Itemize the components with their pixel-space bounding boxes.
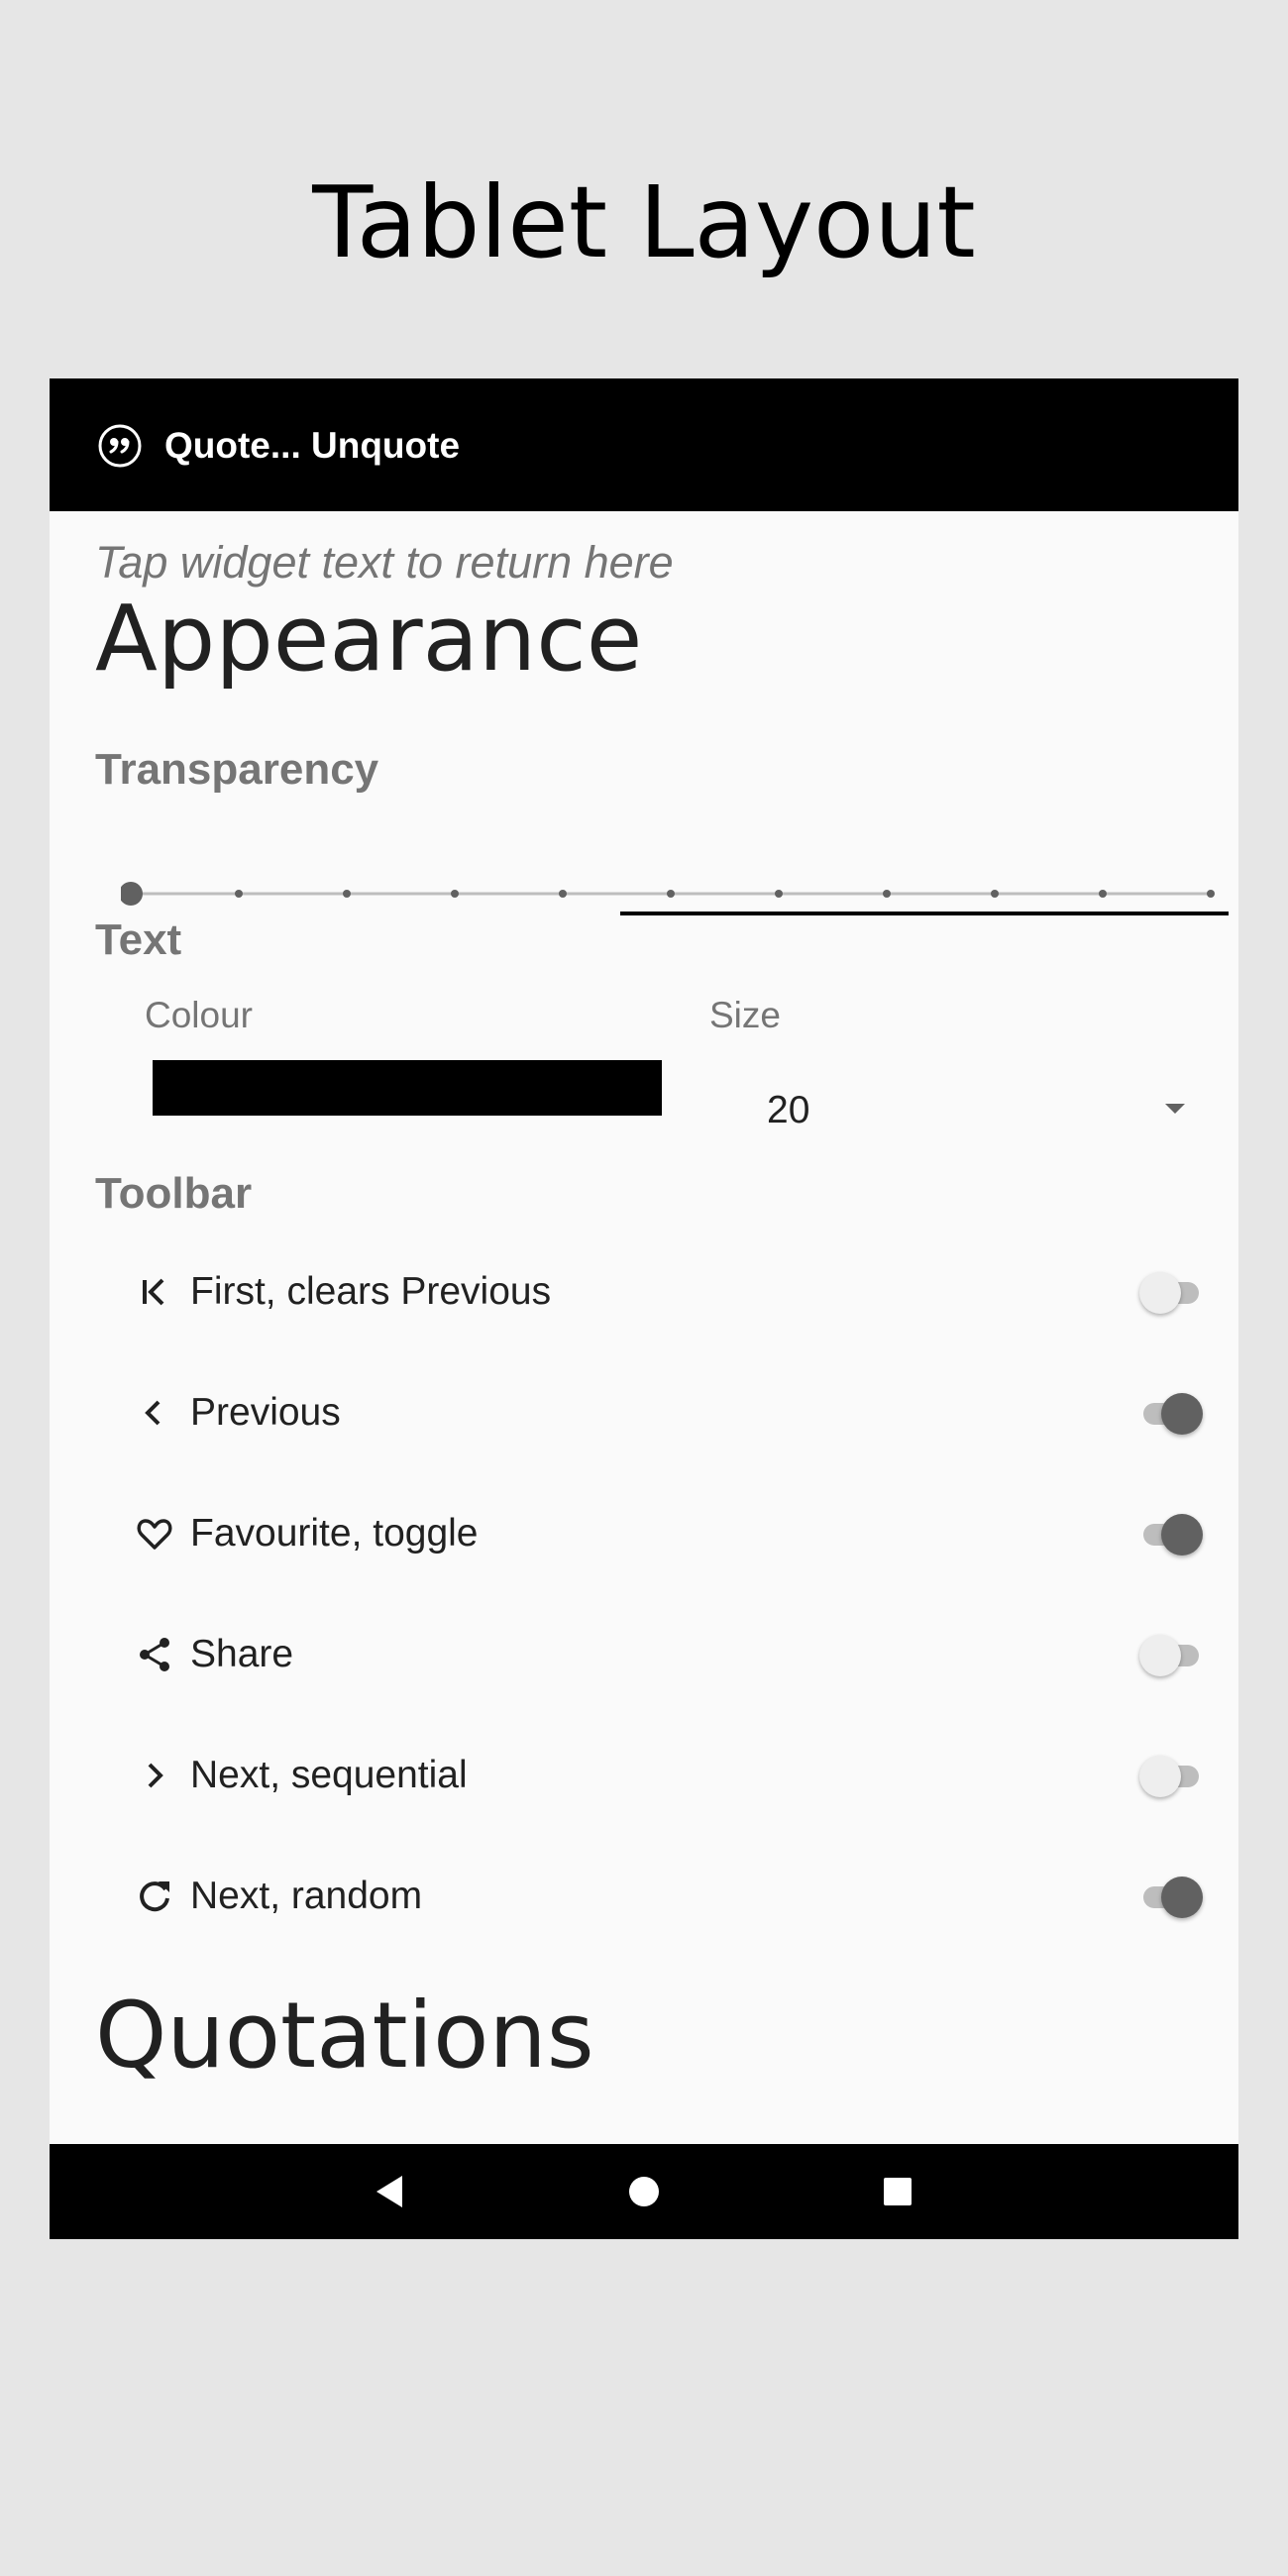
slider-tick [559, 890, 567, 898]
app-bar: Quote... Unquote [50, 378, 1238, 511]
page-title: Tablet Layout [312, 164, 976, 280]
toolbar-toggle-first[interactable] [1139, 1268, 1211, 1316]
toolbar-option-previous: Previous [50, 1363, 1238, 1462]
colour-label: Colour [145, 995, 253, 1035]
quotations-heading: Quotations [95, 1983, 594, 2089]
size-value: 20 [767, 1089, 810, 1131]
slider-tick [235, 890, 243, 898]
refresh-icon [140, 1881, 169, 1912]
slider-tick [883, 890, 891, 898]
toolbar-option-label: Next, random [190, 1875, 423, 1917]
transparency-label: Transparency [95, 745, 379, 794]
slider-tick [451, 890, 459, 898]
toolbar-label: Toolbar [95, 1169, 253, 1218]
toolbar-option-next-random: Next, random [50, 1847, 1238, 1946]
slider-tick [991, 890, 999, 898]
return-hint[interactable]: Tap widget text to return here [95, 535, 674, 590]
device-screen: Quote... Unquote Tap widget text to retu… [50, 378, 1238, 2239]
transparency-slider[interactable] [121, 874, 1231, 913]
chevron-down-icon [1165, 1104, 1185, 1114]
toolbar-option-label: Previous [190, 1391, 341, 1434]
home-icon[interactable] [624, 2172, 664, 2211]
toolbar-toggle-previous[interactable] [1139, 1389, 1211, 1437]
slider-tick [343, 890, 351, 898]
slider-tick [667, 890, 675, 898]
slider-tick [775, 890, 783, 898]
chevron-right-icon [148, 1763, 163, 1788]
toolbar-option-label: Share [190, 1633, 294, 1675]
text-label: Text [95, 915, 182, 964]
toolbar-option-first: First, clears Previous [50, 1242, 1238, 1342]
toolbar-option-label: Next, sequential [190, 1754, 468, 1796]
slider-thumb [121, 882, 143, 906]
size-dropdown[interactable]: 20 [707, 1076, 1238, 1145]
chevron-left-icon [145, 1400, 161, 1426]
back-icon[interactable] [371, 2172, 410, 2211]
first-page-icon [143, 1278, 164, 1306]
slider-tick [1207, 890, 1215, 898]
toolbar-toggle-favourite[interactable] [1139, 1510, 1211, 1557]
toolbar-option-next-sequential: Next, sequential [50, 1726, 1238, 1825]
appearance-heading: Appearance [95, 586, 643, 692]
toolbar-toggle-next-sequential[interactable] [1139, 1752, 1211, 1799]
toolbar-option-favourite: Favourite, toggle [50, 1484, 1238, 1583]
slider-tick [1099, 890, 1107, 898]
toolbar-toggle-next-random[interactable] [1139, 1873, 1211, 1920]
toolbar-option-label: Favourite, toggle [190, 1512, 479, 1555]
heart-outline-icon [137, 1519, 172, 1550]
colour-swatch[interactable] [153, 1060, 662, 1116]
share-icon [140, 1638, 169, 1671]
toolbar-toggle-share[interactable] [1139, 1631, 1211, 1678]
system-navigation-bar [50, 2144, 1238, 2239]
format-quote-icon [98, 424, 142, 468]
recents-icon[interactable] [878, 2172, 917, 2211]
toolbar-option-share: Share [50, 1605, 1238, 1704]
app-title: Quote... Unquote [164, 425, 461, 466]
toolbar-option-label: First, clears Previous [190, 1270, 552, 1313]
settings-content[interactable]: Tap widget text to return here Appearanc… [50, 511, 1238, 2144]
size-label: Size [709, 995, 781, 1035]
